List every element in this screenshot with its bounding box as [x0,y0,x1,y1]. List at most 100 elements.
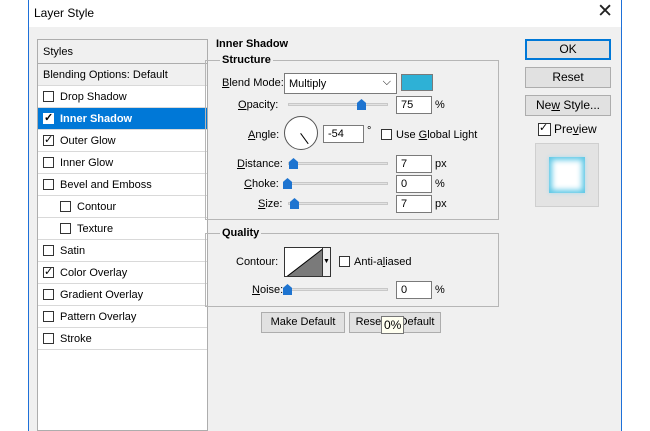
style-item-checkbox[interactable] [43,179,54,190]
distance-label: Distance: [237,158,283,170]
size-unit: px [435,198,447,210]
size-slider-track[interactable] [288,202,388,205]
angle-dial-needle [300,133,309,145]
styles-list: Styles Blending Options: Default Drop Sh… [37,39,208,431]
preview-label[interactable]: Preview [554,122,597,136]
style-item-label: Color Overlay [60,266,128,279]
anti-aliased-label[interactable]: Anti-aliased [354,256,412,268]
choke-slider-track[interactable] [288,182,388,185]
structure-title: Structure [220,54,273,66]
noise-input[interactable]: 0 [396,281,432,299]
style-item-checkbox[interactable] [43,91,54,102]
style-item-label: Inner Shadow [60,112,133,125]
value-tooltip: 0% [381,316,405,334]
new-style-button[interactable]: New Style... [525,95,611,116]
style-item-inner-glow[interactable]: Inner Glow [38,152,207,174]
layer-style-dialog: Layer Style ✕ Styles Blending Options: D… [28,0,622,431]
shadow-color-swatch[interactable] [401,74,433,91]
style-item-label: Inner Glow [60,156,114,169]
angle-label: Angle: [248,129,280,141]
blend-mode-value: Multiply [289,78,327,90]
size-input[interactable]: 7 [396,195,432,213]
anti-aliased-checkbox[interactable] [339,256,350,267]
contour-preview[interactable] [284,247,323,277]
preview-square [549,157,585,193]
choke-unit: % [435,178,445,190]
distance-slider-track[interactable] [288,162,388,165]
style-preview-thumbnail [535,143,599,207]
noise-slider-thumb[interactable] [283,284,292,295]
contour-curve-icon [286,248,322,276]
style-item-label: Gradient Overlay [60,288,144,301]
noise-label: Noise: [252,284,284,296]
style-item-checkbox[interactable] [43,265,54,278]
quality-title: Quality [220,227,262,239]
opacity-slider-thumb[interactable] [357,99,366,110]
style-item-inner-shadow[interactable]: Inner Shadow [38,108,207,130]
opacity-slider-track[interactable] [288,103,388,106]
style-item-stroke[interactable]: Stroke [38,328,207,350]
style-item-label: Texture [77,222,114,235]
choke-input[interactable]: 0 [396,175,432,193]
style-item-checkbox[interactable] [60,201,71,212]
style-item-color-overlay[interactable]: Color Overlay [38,262,207,284]
blend-mode-label: Blend Mode: [222,77,284,89]
angle-unit: ° [367,125,372,137]
style-item-checkbox[interactable] [60,223,71,234]
distance-unit: px [435,158,447,170]
chevron-down-icon: ⌵ [382,76,391,88]
blend-mode-select[interactable]: Multiply ⌵ [284,73,397,94]
style-item-pattern-overlay[interactable]: Pattern Overlay [38,306,207,328]
style-item-label: Satin [60,244,86,257]
style-item-label: Pattern Overlay [60,310,137,323]
size-slider-thumb[interactable] [290,198,299,209]
style-item-label: Outer Glow [60,134,116,147]
style-item-contour[interactable]: Contour [38,196,207,218]
blending-options-item[interactable]: Blending Options: Default [38,64,207,86]
style-item-checkbox[interactable] [43,111,54,124]
make-default-button[interactable]: Make Default [261,312,345,333]
style-item-checkbox[interactable] [43,157,54,168]
style-item-label: Drop Shadow [60,90,127,103]
opacity-unit: % [435,99,445,111]
style-item-label: Contour [77,200,117,213]
structure-group: Structure Blend Mode: Multiply ⌵ Opacity… [205,54,499,220]
angle-input[interactable]: -54 [323,125,364,143]
styles-header[interactable]: Styles [38,40,207,64]
noise-unit: % [435,284,445,296]
style-item-checkbox[interactable] [43,333,54,344]
preview-checkbox[interactable] [538,121,551,136]
title-bar: Layer Style ✕ [29,0,621,27]
inner-shadow-title: Inner Shadow [214,38,291,50]
reset-button[interactable]: Reset [525,67,611,88]
style-item-outer-glow[interactable]: Outer Glow [38,130,207,152]
quality-group: Quality Contour: ▼ Anti-aliased Noise: 0… [205,227,499,307]
close-icon[interactable]: ✕ [597,2,613,22]
contour-dropdown-arrow[interactable]: ▼ [323,247,331,277]
distance-input[interactable]: 7 [396,155,432,173]
style-item-satin[interactable]: Satin [38,240,207,262]
opacity-label: Opacity: [238,99,279,111]
distance-slider-thumb[interactable] [289,158,298,169]
size-label: Size: [258,198,283,210]
use-global-light-label[interactable]: Use Global Light [396,129,477,141]
style-item-texture[interactable]: Texture [38,218,207,240]
noise-slider-track[interactable] [288,288,388,291]
choke-label: Choke: [244,178,279,190]
choke-slider-thumb[interactable] [283,178,292,189]
style-item-checkbox[interactable] [43,311,54,322]
style-item-checkbox[interactable] [43,245,54,256]
style-item-gradient-overlay[interactable]: Gradient Overlay [38,284,207,306]
style-item-checkbox[interactable] [43,289,54,300]
style-item-label: Bevel and Emboss [60,178,152,191]
opacity-input[interactable]: 75 [396,96,432,114]
style-item-drop-shadow[interactable]: Drop Shadow [38,86,207,108]
use-global-light-checkbox[interactable] [381,129,392,140]
contour-label: Contour: [236,256,279,268]
ok-button[interactable]: OK [525,39,611,60]
dialog-title: Layer Style [34,6,95,20]
style-item-bevel-and-emboss[interactable]: Bevel and Emboss [38,174,207,196]
angle-dial[interactable] [284,116,318,150]
style-item-checkbox[interactable] [43,133,54,146]
style-item-label: Stroke [60,332,92,345]
